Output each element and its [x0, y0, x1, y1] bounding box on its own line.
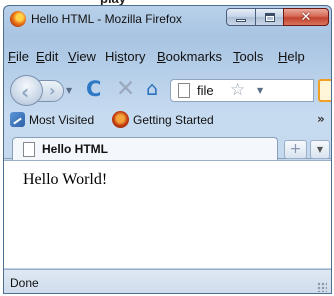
url-text[interactable]: file [197, 83, 214, 98]
history-dropdown-icon[interactable]: ▼ [66, 86, 72, 95]
menu-help[interactable]: Help [278, 49, 305, 64]
window-title: Hello HTML - Mozilla Firefox [31, 12, 182, 26]
forward-arrow-icon: › [49, 81, 56, 100]
menu-edit[interactable]: Edit [36, 49, 58, 64]
page-icon [23, 142, 35, 157]
maximize-button[interactable] [255, 8, 284, 26]
menu-view[interactable]: View [68, 49, 96, 64]
bookmarks-overflow-icon[interactable]: » [317, 112, 325, 126]
menu-bookmarks[interactable]: Bookmarks [157, 49, 222, 64]
maximize-icon [256, 9, 283, 25]
most-visited-icon [10, 112, 25, 127]
reload-icon[interactable]: C [86, 77, 101, 101]
minimize-icon [227, 9, 255, 25]
back-button[interactable]: ‹ [10, 75, 43, 106]
home-icon[interactable]: ⌂ [146, 78, 158, 100]
firefox-window: Hello HTML - Mozilla Firefox ✕ File Edit… [3, 5, 332, 294]
page-content: Hello World! [4, 160, 331, 268]
bookmark-star-icon[interactable]: ☆ [230, 80, 245, 100]
status-bar: Done [4, 269, 331, 293]
menu-tools[interactable]: Tools [233, 49, 263, 64]
bookmarks-toolbar: Most Visited Getting Started » [4, 109, 331, 131]
bookmark-most-visited[interactable]: Most Visited [29, 113, 94, 127]
tab-label: Hello HTML [42, 142, 108, 156]
new-tab-button[interactable]: + [284, 140, 307, 159]
stop-icon[interactable]: ✕ [116, 76, 135, 102]
minimize-button[interactable] [226, 8, 256, 26]
navigation-toolbar: › ‹ ▼ C ✕ ⌂ file ☆ ▼ [4, 72, 331, 108]
list-tabs-button[interactable]: ▼ [310, 140, 330, 159]
getting-started-icon [112, 111, 129, 128]
search-bar[interactable] [318, 79, 331, 102]
url-bar[interactable]: file ☆ ▼ [170, 79, 314, 102]
status-text: Done [10, 276, 39, 290]
firefox-logo-icon[interactable] [10, 11, 26, 27]
close-button[interactable]: ✕ [283, 8, 329, 26]
tab-hello-html[interactable]: Hello HTML [12, 137, 278, 161]
resize-grip-icon[interactable] [317, 282, 327, 292]
back-arrow-icon: ‹ [21, 80, 30, 104]
close-icon: ✕ [300, 9, 312, 25]
menu-bar: File Edit View History Bookmarks Tools H… [4, 49, 331, 69]
url-dropdown-icon[interactable]: ▼ [257, 86, 263, 95]
title-bar[interactable]: Hello HTML - Mozilla Firefox ✕ [4, 6, 331, 32]
bookmark-getting-started[interactable]: Getting Started [133, 113, 214, 127]
menu-history[interactable]: History [105, 49, 145, 64]
menu-file[interactable]: File [8, 49, 29, 64]
content-text: Hello World! [23, 171, 108, 188]
tab-strip: Hello HTML + ▼ [4, 133, 331, 161]
page-icon [178, 83, 190, 98]
